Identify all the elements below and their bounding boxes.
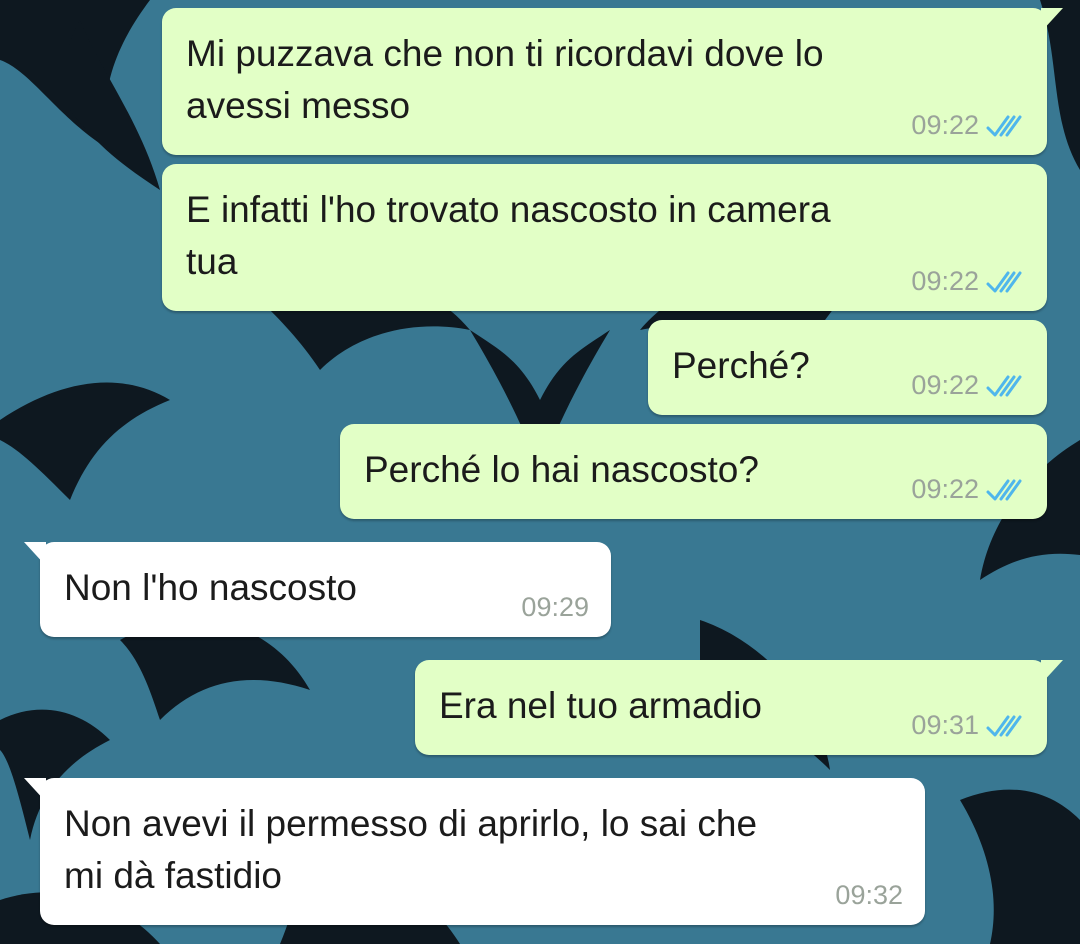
message-time: 09:22 <box>911 266 979 296</box>
double-check-icon <box>986 115 1022 136</box>
message-bubble-incoming[interactable]: Non l'ho nascosto 09:29 <box>24 542 611 637</box>
message-meta: 09:22 <box>911 474 1025 505</box>
double-check-icon <box>986 715 1022 736</box>
message-time: 09:22 <box>911 474 979 504</box>
message-meta: 09:29 <box>521 592 589 623</box>
double-check-icon <box>986 375 1022 396</box>
message-text: E infatti l'ho trovato nascosto in camer… <box>186 189 831 282</box>
message-text: Era nel tuo armadio <box>439 685 762 726</box>
message-time: 09:32 <box>835 880 903 910</box>
message-meta: 09:22 <box>911 110 1025 141</box>
message-bubble-outgoing[interactable]: Perché lo hai nascosto? 09:22 <box>340 424 1047 519</box>
message-time: 09:22 <box>911 370 979 400</box>
message-bubble-outgoing[interactable]: Era nel tuo armadio 09:31 <box>415 660 1063 755</box>
message-text: Perché? <box>672 345 810 386</box>
message-meta: 09:31 <box>911 710 1025 741</box>
message-meta: 09:22 <box>911 370 1025 401</box>
message-time: 09:29 <box>521 592 589 622</box>
message-bubble-incoming[interactable]: Non avevi il permesso di aprirlo, lo sai… <box>24 778 925 925</box>
message-text: Perché lo hai nascosto? <box>364 449 759 490</box>
message-time: 09:31 <box>911 710 979 740</box>
message-time: 09:22 <box>911 110 979 140</box>
double-check-icon <box>986 271 1022 292</box>
message-bubble-outgoing[interactable]: Perché? 09:22 <box>648 320 1047 415</box>
double-check-icon <box>986 479 1022 500</box>
message-text: Non avevi il permesso di aprirlo, lo sai… <box>64 803 758 896</box>
message-meta: 09:22 <box>911 266 1025 297</box>
message-text: Non l'ho nascosto <box>64 567 357 608</box>
message-text: Mi puzzava che non ti ricordavi dove lo … <box>186 33 824 126</box>
message-meta: 09:32 <box>835 880 903 911</box>
message-bubble-outgoing[interactable]: Mi puzzava che non ti ricordavi dove lo … <box>162 8 1063 155</box>
message-bubble-outgoing[interactable]: E infatti l'ho trovato nascosto in camer… <box>162 164 1047 311</box>
